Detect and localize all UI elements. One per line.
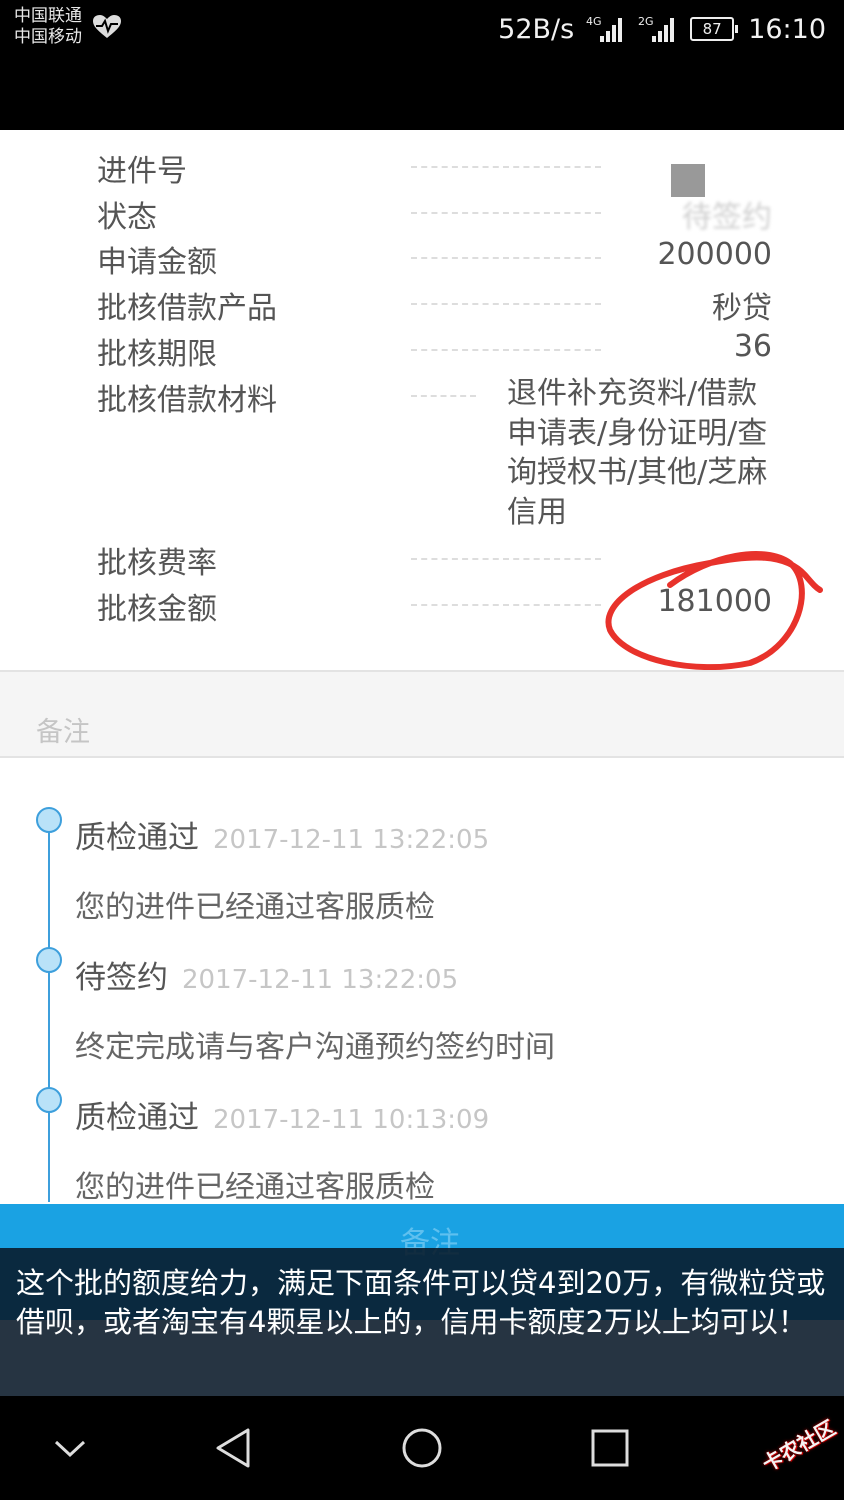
loan-details: 进件号 状态 待签约 申请金额 200000 批核借款产品 秒贷 批核期限 36…: [0, 130, 844, 671]
detail-label: 状态: [97, 200, 157, 235]
detail-label: 批核费率: [97, 546, 217, 581]
dotted-leader: [411, 212, 601, 214]
navigation-bar: 卡农社区: [0, 1396, 844, 1500]
carrier-2: 中国移动: [14, 27, 82, 47]
dotted-leader: [411, 604, 601, 606]
app-screen: 进件号 状态 待签约 申请金额 200000 批核借款产品 秒贷 批核期限 36…: [0, 130, 844, 1396]
status-right: 52B/s 4G 2G 87 16:10: [498, 12, 826, 46]
detail-label: 批核期限: [97, 337, 217, 372]
signal-2-label: 2G: [638, 15, 654, 28]
status-bar: 中国联通 中国移动 52B/s 4G 2G 87 16:10: [0, 0, 844, 130]
timeline-event-desc: 您的进件已经通过客服质检: [75, 890, 435, 925]
dotted-leader: [411, 166, 601, 168]
back-icon[interactable]: [204, 1418, 264, 1478]
dotted-leader: [411, 395, 476, 397]
dotted-leader: [411, 558, 601, 560]
net-speed: 52B/s: [498, 13, 575, 45]
detail-value: 退件补充资料/借款申请表/身份证明/查询授权书/其他/芝麻信用: [507, 376, 768, 530]
clock: 16:10: [748, 13, 826, 45]
event-time: 2017-12-11 13:22:05: [213, 825, 490, 855]
detail-value: 200000: [657, 237, 772, 272]
red-annotation-circle: [605, 551, 823, 671]
event-title: 待签约: [75, 960, 168, 996]
battery-icon: 87: [690, 17, 739, 41]
timeline-event-title: 待签约 2017-12-11 13:22:05: [75, 952, 458, 997]
detail-label: 进件号: [97, 154, 187, 189]
event-time: 2017-12-11 13:22:05: [182, 965, 459, 995]
timeline-dot: [36, 947, 62, 973]
dotted-leader: [411, 257, 601, 259]
timeline-event-desc: 终定完成请与客户沟通预约签约时间: [75, 1030, 555, 1065]
signal-icon-2: 2G: [638, 15, 675, 42]
carrier-info: 中国联通 中国移动: [14, 6, 82, 48]
detail-label: 批核金额: [97, 592, 217, 627]
event-title: 质检通过: [75, 1100, 199, 1136]
watermark: 卡农社区: [758, 1415, 840, 1477]
recents-icon[interactable]: [580, 1418, 640, 1478]
dotted-leader: [411, 303, 601, 305]
timeline-dot: [36, 807, 62, 833]
dotted-leader: [411, 349, 601, 351]
timeline-line: [48, 822, 50, 1202]
chevron-down-icon[interactable]: [40, 1418, 100, 1478]
detail-label: 申请金额: [97, 245, 217, 280]
event-time: 2017-12-11 10:13:09: [213, 1105, 490, 1135]
home-icon[interactable]: [392, 1418, 452, 1478]
signal-1-label: 4G: [586, 15, 602, 28]
signal-icon: 4G: [586, 15, 623, 42]
detail-value: 待签约: [682, 200, 772, 235]
heart-icon: [93, 15, 121, 38]
detail-label: 批核借款材料: [97, 383, 277, 418]
timeline-event-title: 质检通过 2017-12-11 13:22:05: [75, 812, 489, 857]
caption-overlay: 这个批的额度给力，满足下面条件可以贷4到20万，有微粒贷或借呗，或者淘宝有4颗星…: [0, 1248, 844, 1396]
timeline-dot: [36, 1087, 62, 1113]
detail-value: 秒贷: [712, 291, 772, 326]
event-title: 质检通过: [75, 820, 199, 856]
timeline-event-desc: 您的进件已经通过客服质检: [75, 1170, 435, 1205]
timeline-event-title: 质检通过 2017-12-11 10:13:09: [75, 1092, 489, 1137]
remarks-section-title: 备注: [36, 717, 90, 748]
section-gap: [0, 672, 844, 758]
detail-label: 批核借款产品: [97, 291, 277, 326]
carrier-1: 中国联通: [14, 6, 82, 26]
divider: [0, 756, 844, 758]
detail-value: 36: [733, 329, 772, 364]
